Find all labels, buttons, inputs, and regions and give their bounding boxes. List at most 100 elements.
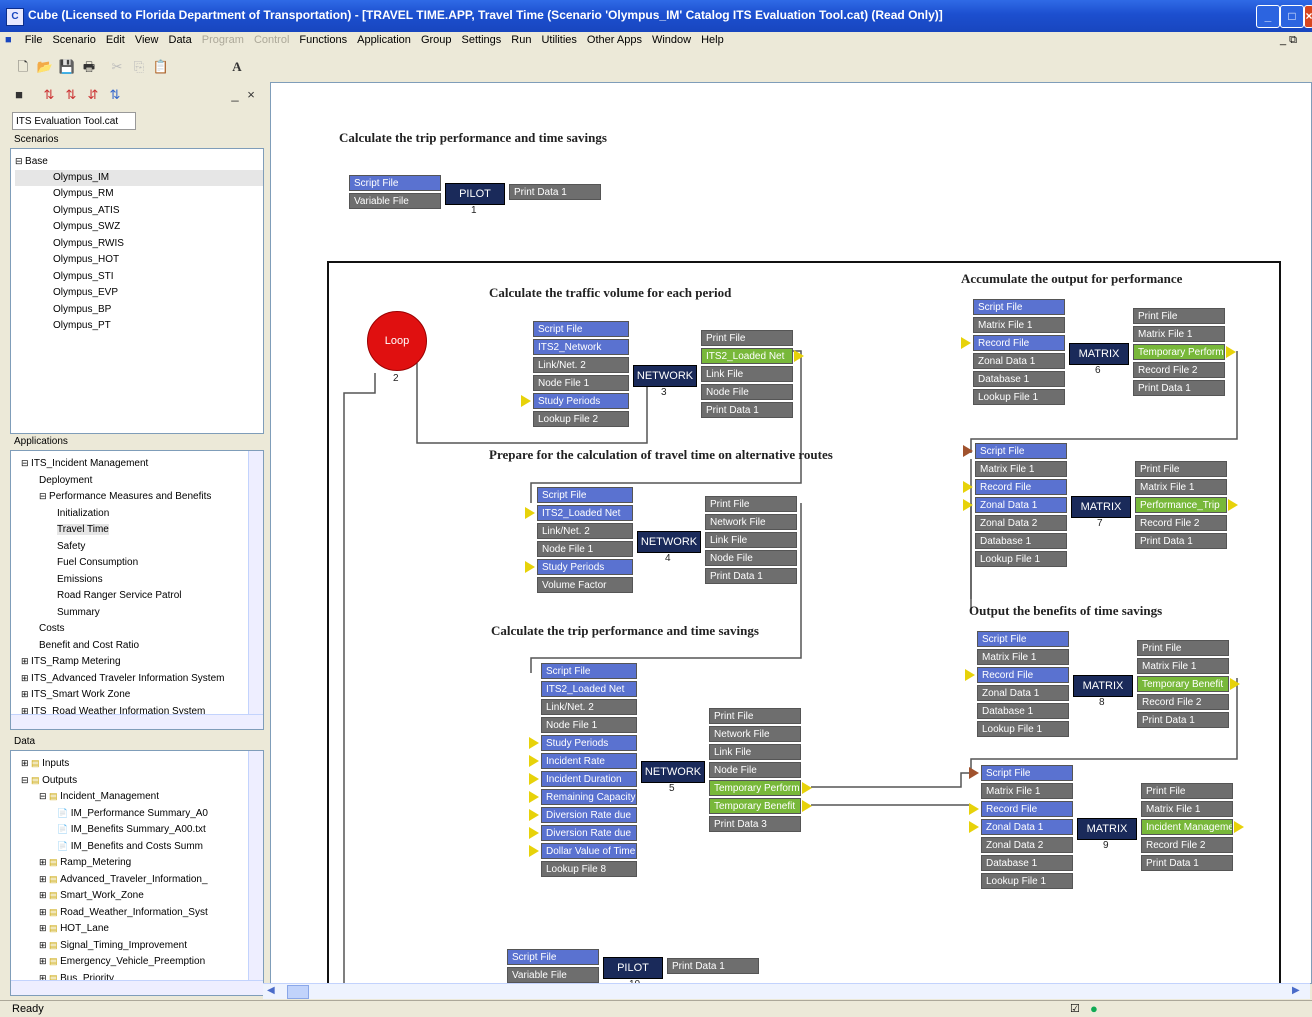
save-icon[interactable]: 💾 (58, 58, 76, 76)
menu-item-edit[interactable]: Edit (101, 32, 130, 48)
input-file-slot[interactable]: Variable File (349, 193, 441, 209)
print-icon[interactable]: 🖶 (80, 58, 98, 76)
output-file-slot[interactable]: Record File 2 (1133, 362, 1225, 378)
input-file-slot[interactable]: Script File (537, 487, 633, 503)
close-button[interactable]: × (1304, 5, 1312, 28)
scenario-item[interactable]: Olympus_IM (15, 169, 263, 186)
applications-vscroll[interactable] (248, 451, 263, 715)
output-file-slot[interactable]: Link File (705, 532, 797, 548)
output-file-slot[interactable]: Temporary Perform (1133, 344, 1225, 360)
output-file-slot[interactable]: Print Data 1 (701, 402, 793, 418)
output-file-slot[interactable]: Link File (701, 366, 793, 382)
application-item[interactable]: Fuel Consumption (15, 554, 247, 571)
data-item[interactable]: ⊞ ▤ Smart_Work_Zone (15, 887, 247, 904)
canvas-hscroll-thumb[interactable] (287, 985, 309, 999)
input-file-slot[interactable]: Lookup File 1 (973, 389, 1065, 405)
input-file-slot[interactable]: Study Periods (533, 393, 629, 409)
data-item[interactable]: 📄 IM_Performance Summary_A0 (15, 805, 247, 822)
data-item[interactable]: ⊞ ▤ Signal_Timing_Improvement (15, 937, 247, 954)
input-file-slot[interactable]: Diversion Rate due (541, 807, 637, 823)
output-file-slot[interactable]: Print File (1133, 308, 1225, 324)
input-file-slot[interactable]: Node File 1 (541, 717, 637, 733)
menu-item-group[interactable]: Group (416, 32, 457, 48)
input-file-slot[interactable]: Variable File (507, 967, 599, 983)
output-file-slot[interactable]: Matrix File 1 (1141, 801, 1233, 817)
tree-expand-icon[interactable]: ⊞ (39, 890, 49, 900)
scenario-item[interactable]: Olympus_SWZ (15, 219, 263, 236)
input-file-slot[interactable]: Record File (973, 335, 1065, 351)
maximize-button[interactable]: □ (1280, 5, 1304, 28)
input-file-slot[interactable]: Diversion Rate due (541, 825, 637, 841)
input-file-slot[interactable]: Record File (977, 667, 1069, 683)
minimize-button[interactable]: _ (1256, 5, 1280, 28)
tree-expand-icon[interactable]: ⊞ (21, 689, 31, 699)
application-item[interactable]: Deployment (15, 472, 247, 489)
menu-item-run[interactable]: Run (506, 32, 536, 48)
checkbox-icon[interactable]: ☑ (1070, 1002, 1080, 1015)
program-box[interactable]: NETWORK (637, 531, 701, 553)
output-file-slot[interactable]: Temporary Benefit (1137, 676, 1229, 692)
output-file-slot[interactable]: Record File 2 (1137, 694, 1229, 710)
application-item[interactable]: Travel Time (15, 521, 247, 538)
input-file-slot[interactable]: Zonal Data 1 (981, 819, 1073, 835)
output-file-slot[interactable]: Print File (1137, 640, 1229, 656)
tree-node-base[interactable]: ⊟ Base (15, 153, 263, 170)
input-file-slot[interactable]: Script File (349, 175, 441, 191)
run-group-icon[interactable]: ⇅ (62, 86, 80, 104)
output-file-slot[interactable]: Print File (1141, 783, 1233, 799)
input-file-slot[interactable]: Link/Net. 2 (541, 699, 637, 715)
input-file-slot[interactable]: Study Periods (541, 735, 637, 751)
open-folder-icon[interactable]: 📂 (36, 58, 54, 76)
output-file-slot[interactable]: Node File (705, 550, 797, 566)
application-item[interactable]: Benefit and Cost Ratio (15, 637, 247, 654)
menu-item-other-apps[interactable]: Other Apps (582, 32, 647, 48)
output-file-slot[interactable]: Print Data 1 (1141, 855, 1233, 871)
new-file-icon[interactable]: 🗋 (14, 58, 32, 76)
output-file-slot[interactable]: Temporary Benefit (709, 798, 801, 814)
input-file-slot[interactable]: Database 1 (981, 855, 1073, 871)
program-box[interactable]: MATRIX (1073, 675, 1133, 697)
menu-item-application[interactable]: Application (352, 32, 416, 48)
input-file-slot[interactable]: Matrix File 1 (975, 461, 1067, 477)
menu-app-icon[interactable]: ■ (0, 32, 17, 48)
input-file-slot[interactable]: Zonal Data 2 (981, 837, 1073, 853)
menu-item-help[interactable]: Help (696, 32, 729, 48)
data-hscroll[interactable] (11, 980, 263, 995)
program-box[interactable]: NETWORK (641, 761, 705, 783)
application-item[interactable]: Initialization (15, 505, 247, 522)
save-catalog-icon[interactable]: ■ (10, 86, 28, 104)
menu-item-file[interactable]: File (20, 32, 48, 48)
application-item[interactable]: Summary (15, 604, 247, 621)
output-file-slot[interactable]: Node File (709, 762, 801, 778)
loop-node[interactable]: Loop (367, 311, 427, 371)
input-file-slot[interactable]: Script File (507, 949, 599, 965)
scenario-item[interactable]: Olympus_RWIS (15, 236, 263, 253)
output-file-slot[interactable]: Print File (705, 496, 797, 512)
data-item[interactable]: ⊟ ▤ Incident_Management (15, 788, 247, 805)
output-file-slot[interactable]: Record File 2 (1135, 515, 1227, 531)
tree-expand-icon[interactable]: ⊟ (21, 775, 31, 785)
input-file-slot[interactable]: Database 1 (975, 533, 1067, 549)
input-file-slot[interactable]: Lookup File 8 (541, 861, 637, 877)
input-file-slot[interactable]: Script File (977, 631, 1069, 647)
data-item[interactable]: ⊟ ▤ Outputs (15, 772, 247, 789)
tree-expand-icon[interactable]: ⊟ (39, 791, 49, 801)
output-file-slot[interactable]: Matrix File 1 (1133, 326, 1225, 342)
input-file-slot[interactable]: Record File (975, 479, 1067, 495)
applications-hscroll[interactable] (11, 714, 263, 729)
output-file-slot[interactable]: Print File (709, 708, 801, 724)
cut-icon[interactable]: ✂ (108, 58, 126, 76)
input-file-slot[interactable]: Matrix File 1 (981, 783, 1073, 799)
input-file-slot[interactable]: ITS2_Loaded Net (537, 505, 633, 521)
input-file-slot[interactable]: Matrix File 1 (973, 317, 1065, 333)
data-vscroll[interactable] (248, 751, 263, 981)
data-item[interactable]: ⊞ ▤ Advanced_Traveler_Information_ (15, 871, 247, 888)
input-file-slot[interactable]: Study Periods (537, 559, 633, 575)
scenario-item[interactable]: Olympus_BP (15, 302, 263, 319)
scenario-item[interactable]: Olympus_PT (15, 318, 263, 335)
input-file-slot[interactable]: Volume Factor (537, 577, 633, 593)
output-file-slot[interactable]: ITS2_Loaded Net (701, 348, 793, 364)
output-file-slot[interactable]: Print Data 1 (667, 958, 759, 974)
output-file-slot[interactable]: Print Data 1 (705, 568, 797, 584)
output-file-slot[interactable]: Temporary Perform (709, 780, 801, 796)
